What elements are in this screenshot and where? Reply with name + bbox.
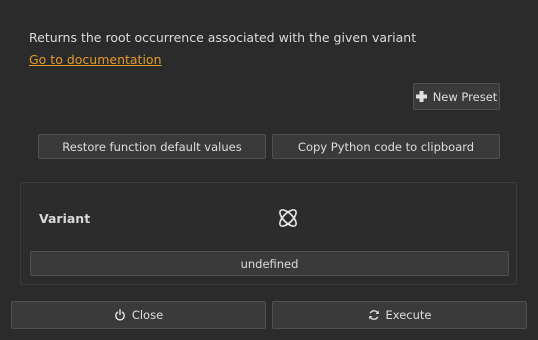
documentation-link[interactable]: Go to documentation	[29, 52, 162, 67]
parameters-panel: Variant undefined	[20, 182, 517, 285]
variant-value-text: undefined	[240, 256, 299, 271]
close-label: Close	[131, 308, 164, 322]
power-icon	[114, 309, 126, 321]
copy-python-label: Copy Python code to clipboard	[297, 139, 475, 154]
function-description: Returns the root occurrence associated w…	[29, 30, 417, 45]
new-preset-button[interactable]: New Preset	[413, 83, 500, 110]
plus-icon	[415, 91, 427, 102]
new-preset-label: New Preset	[432, 89, 498, 104]
execute-label: Execute	[385, 308, 432, 322]
variant-value-field[interactable]: undefined	[30, 251, 509, 276]
variant-icon	[276, 206, 300, 230]
restore-defaults-button[interactable]: Restore function default values	[38, 134, 266, 159]
copy-python-button[interactable]: Copy Python code to clipboard	[272, 134, 500, 159]
refresh-icon	[368, 309, 380, 321]
execute-button[interactable]: Execute	[272, 301, 527, 329]
function-dialog: Returns the root occurrence associated w…	[0, 0, 538, 340]
variant-label: Variant	[39, 211, 91, 226]
restore-defaults-label: Restore function default values	[62, 139, 242, 154]
close-button[interactable]: Close	[11, 301, 266, 329]
